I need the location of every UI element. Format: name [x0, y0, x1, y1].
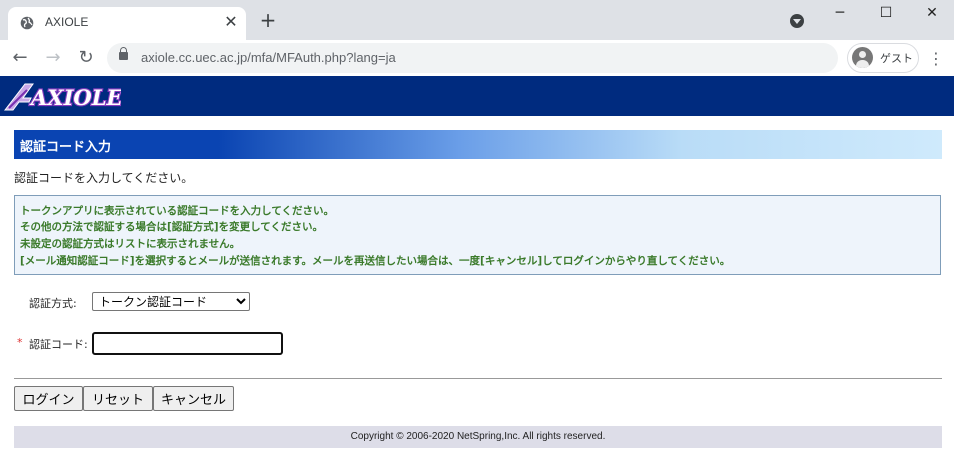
section-title-bar: 認証コード入力: [14, 130, 942, 159]
axiole-logo: AXIOLE: [3, 83, 121, 111]
method-label: 認証方式:: [29, 297, 77, 310]
svg-text:AXIOLE: AXIOLE: [29, 85, 121, 110]
notice-line: 未設定の認証方式はリストに表示されません。: [20, 238, 241, 250]
maximize-icon[interactable]: ☐: [864, 2, 908, 24]
back-icon[interactable]: ←: [8, 46, 32, 70]
page-title: 認証コード入力: [20, 140, 112, 155]
url-text[interactable]: axiole.cc.uec.ac.jp/mfa/MFAuth.php?lang=…: [141, 50, 396, 65]
browser-tab-strip: AXIOLE ✕ + ─ ☐ ✕: [0, 0, 954, 40]
new-tab-icon[interactable]: +: [258, 10, 278, 30]
divider: [14, 378, 942, 379]
browser-toolbar: ← → ↻ axiole.cc.uec.ac.jp/mfa/MFAuth.php…: [0, 40, 954, 77]
intro-text: 認証コードを入力してください。: [14, 171, 194, 185]
avatar-icon: [852, 47, 873, 68]
address-bar[interactable]: axiole.cc.uec.ac.jp/mfa/MFAuth.php?lang=…: [107, 43, 838, 73]
footer: Copyright © 2006-2020 NetSpring,Inc. All…: [14, 426, 942, 448]
menu-icon[interactable]: ⋮: [928, 50, 944, 68]
cancel-button[interactable]: キャンセル: [153, 386, 234, 411]
required-mark: *: [17, 336, 23, 349]
tab-title: AXIOLE: [45, 15, 89, 29]
notice-box: トークンアプリに表示されている認証コードを入力してください。 その他の方法で認証…: [14, 195, 941, 275]
reset-button[interactable]: リセット: [83, 386, 153, 411]
profile-label: ゲスト: [880, 52, 913, 65]
notice-line: [メール通知認証コード]を選択するとメールが送信されます。メールを再送信したい場…: [20, 255, 731, 267]
copyright-text: Copyright © 2006-2020 NetSpring,Inc. All…: [350, 431, 606, 442]
reload-icon[interactable]: ↻: [74, 46, 98, 70]
notice-line: トークンアプリに表示されている認証コードを入力してください。: [20, 205, 335, 217]
browser-tab[interactable]: AXIOLE ✕: [8, 7, 246, 40]
notice-line: その他の方法で認証する場合は[認証方式]を変更してください。: [20, 221, 323, 233]
lock-icon: [119, 47, 128, 60]
forward-icon[interactable]: →: [41, 46, 65, 70]
minimize-icon[interactable]: ─: [818, 2, 862, 24]
tab-close-icon[interactable]: ✕: [222, 13, 240, 31]
auth-code-input[interactable]: [92, 332, 283, 355]
window-close-icon[interactable]: ✕: [910, 2, 954, 24]
globe-icon: [20, 16, 34, 30]
site-banner: AXIOLE: [0, 76, 954, 116]
code-label: 認証コード:: [29, 338, 88, 351]
auth-method-select[interactable]: トークン認証コード: [92, 292, 250, 311]
profile-button[interactable]: ゲスト: [847, 43, 919, 73]
tab-search-icon[interactable]: [790, 14, 804, 28]
login-button[interactable]: ログイン: [14, 386, 83, 411]
